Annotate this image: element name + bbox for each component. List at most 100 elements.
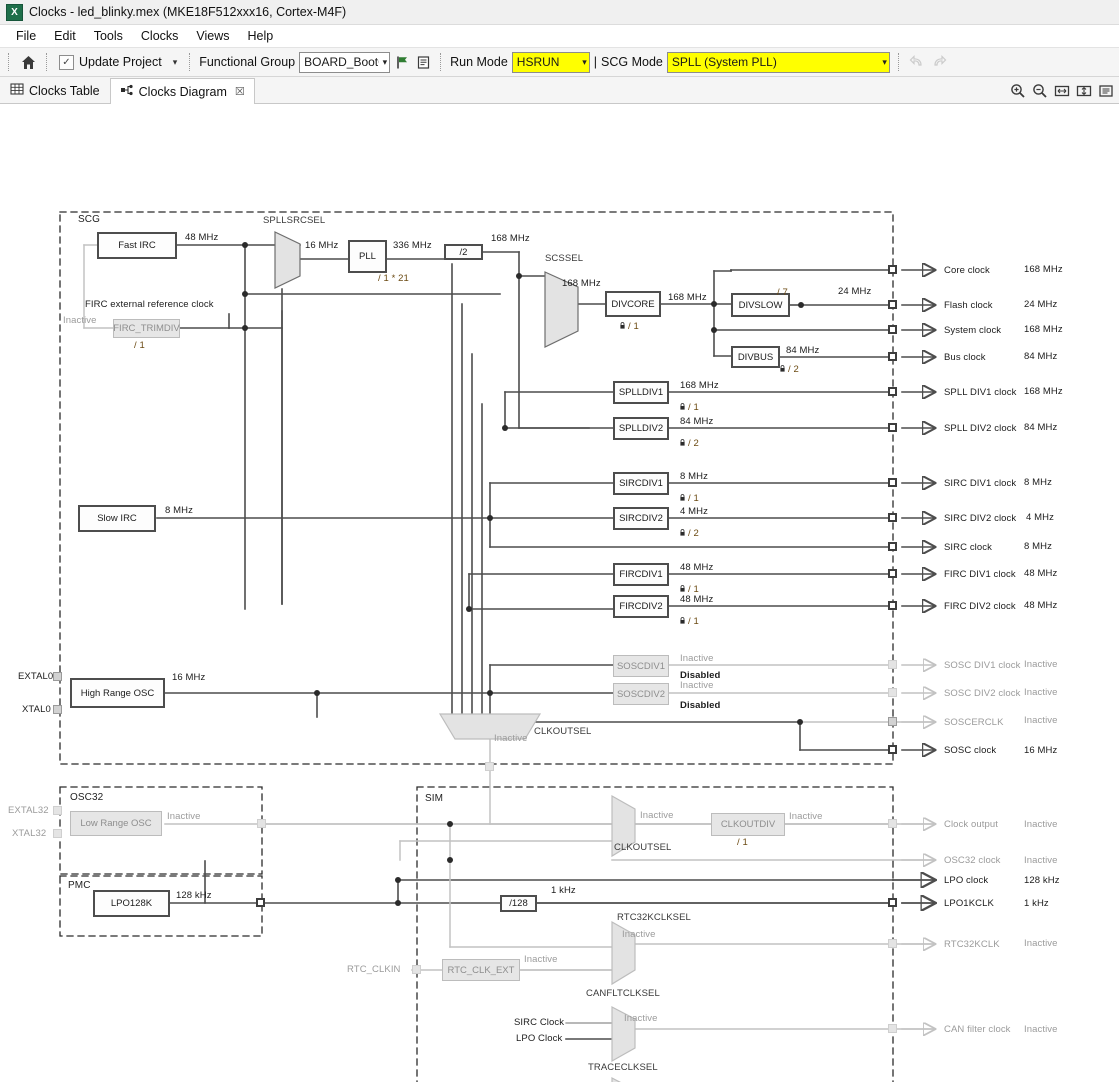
run-mode-select[interactable]: HSRUN ▾ bbox=[511, 51, 590, 73]
functional-group-select[interactable]: BOARD_BootCl ▾ bbox=[299, 51, 391, 73]
mux-label-clkoutsel-scg: CLKOUTSEL bbox=[534, 726, 592, 737]
block-sircdiv1[interactable]: SIRCDIV1 bbox=[613, 472, 669, 495]
port-sosc-div2-clock[interactable] bbox=[888, 688, 897, 697]
divider-firc-trimdiv[interactable]: / 1 bbox=[134, 340, 145, 351]
tab-clocks-diagram[interactable]: Clocks Diagram ☒ bbox=[109, 78, 255, 104]
menu-item-tools[interactable]: Tools bbox=[86, 27, 131, 45]
port-clkoutsel-scg[interactable] bbox=[485, 762, 494, 771]
port-lpo1kclk[interactable] bbox=[888, 898, 897, 907]
block-splldiv1[interactable]: SPLLDIV1 bbox=[613, 381, 669, 404]
port-spll-div1-clock[interactable] bbox=[888, 387, 897, 396]
block-rtc-clk-ext[interactable]: RTC_CLK_EXT bbox=[442, 959, 520, 981]
zoom-out-icon[interactable] bbox=[1030, 81, 1049, 100]
block-divbus[interactable]: DIVBUS bbox=[731, 346, 780, 368]
output-value-rtc32kclk: Inactive bbox=[1024, 938, 1058, 949]
block-clkoutdiv[interactable]: CLKOUTDIV bbox=[711, 813, 785, 836]
divider-divslow[interactable]: / 7 bbox=[777, 287, 788, 298]
port-core-clock[interactable] bbox=[888, 265, 897, 274]
pin-xtal0[interactable] bbox=[53, 705, 62, 714]
mux-input-lpo-clock: LPO Clock bbox=[516, 1033, 563, 1044]
pin-label-xtal32: XTAL32 bbox=[12, 828, 47, 839]
divider-pll[interactable]: / 1 * 21 bbox=[378, 273, 409, 284]
home-icon[interactable] bbox=[18, 52, 38, 72]
pin-extal0[interactable] bbox=[53, 672, 62, 681]
block-splldiv2[interactable]: SPLLDIV2 bbox=[613, 417, 669, 440]
clocks-diagram-canvas[interactable]: SCG OSC32 PMC SIM EXTAL0 XTAL0 EXTAL32 X… bbox=[0, 104, 1119, 1082]
divider-fircdiv2[interactable]: / 1 bbox=[688, 616, 699, 627]
block-low-range-osc[interactable]: Low Range OSC bbox=[70, 811, 162, 836]
port-sirc-div1-clock[interactable] bbox=[888, 478, 897, 487]
legend-icon[interactable] bbox=[1096, 81, 1115, 100]
output-label-firc-div2-clock: FIRC DIV2 clock bbox=[944, 601, 1016, 612]
menu-item-edit[interactable]: Edit bbox=[46, 27, 84, 45]
pin-extal32[interactable] bbox=[53, 806, 62, 815]
menu-item-help[interactable]: Help bbox=[240, 27, 282, 45]
block-div2[interactable]: /2 bbox=[444, 244, 483, 260]
port-firc-div2-clock[interactable] bbox=[888, 601, 897, 610]
block-slow-irc[interactable]: Slow IRC bbox=[78, 505, 156, 532]
divider-sircdiv2[interactable]: / 2 bbox=[688, 528, 699, 539]
block-fircdiv1[interactable]: FIRCDIV1 bbox=[613, 563, 669, 586]
pin-rtc-clkin[interactable] bbox=[412, 965, 421, 974]
block-fast-irc[interactable]: Fast IRC bbox=[97, 232, 177, 259]
port-spll-div2-clock[interactable] bbox=[888, 423, 897, 432]
output-label-flash-clock: Flash clock bbox=[944, 300, 993, 311]
fit-page-icon[interactable] bbox=[1074, 81, 1093, 100]
block-fircdiv2[interactable]: FIRCDIV2 bbox=[613, 595, 669, 618]
update-project-button[interactable]: ✓ Update Project bbox=[56, 54, 165, 71]
port-sirc-div2-clock[interactable] bbox=[888, 513, 897, 522]
toolbar-divider-2 bbox=[46, 53, 48, 71]
block-soscdiv2[interactable]: SOSCDIV2 bbox=[613, 683, 669, 705]
port-system-clock[interactable] bbox=[888, 325, 897, 334]
port-sosc-div1-clock[interactable] bbox=[888, 660, 897, 669]
block-sircdiv2[interactable]: SIRCDIV2 bbox=[613, 507, 669, 530]
toolbar: ✓ Update Project ▾ Functional Group BOAR… bbox=[0, 47, 1119, 77]
block-pll[interactable]: PLL bbox=[348, 240, 387, 273]
close-icon[interactable]: ☒ bbox=[235, 85, 245, 98]
update-project-dropdown-caret[interactable]: ▾ bbox=[169, 57, 182, 68]
port-pmc-out[interactable] bbox=[256, 898, 265, 907]
port-osc32-out[interactable] bbox=[257, 819, 266, 828]
divider-sircdiv1[interactable]: / 1 bbox=[688, 493, 699, 504]
output-label-sosc-div2-clock: SOSC DIV2 clock bbox=[944, 688, 1021, 699]
redo-icon[interactable] bbox=[930, 53, 948, 71]
report-icon[interactable] bbox=[415, 54, 432, 71]
menu-item-views[interactable]: Views bbox=[188, 27, 237, 45]
block-high-range-osc[interactable]: High Range OSC bbox=[70, 678, 165, 708]
port-can-filter-clock[interactable] bbox=[888, 1024, 897, 1033]
lock-icon-fircdiv1 bbox=[680, 585, 685, 592]
value-low-range-osc: Inactive bbox=[167, 811, 201, 822]
divider-clkoutdiv[interactable]: / 1 bbox=[737, 837, 748, 848]
menu-item-clocks[interactable]: Clocks bbox=[133, 27, 187, 45]
menu-item-file[interactable]: File bbox=[8, 27, 44, 45]
scg-mode-select[interactable]: SPLL (System PLL) ▾ bbox=[666, 51, 890, 73]
port-clock-output[interactable] bbox=[888, 819, 897, 828]
update-project-checkbox[interactable]: ✓ bbox=[59, 54, 74, 70]
value-clkoutsel-scg-out: Inactive bbox=[494, 733, 528, 744]
block-firc-trimdiv[interactable]: FIRC_TRIMDIV bbox=[113, 319, 180, 338]
block-lpo128k[interactable]: LPO128K bbox=[93, 890, 170, 917]
port-firc-div1-clock[interactable] bbox=[888, 569, 897, 578]
port-flash-clock[interactable] bbox=[888, 300, 897, 309]
undo-icon[interactable] bbox=[908, 53, 926, 71]
block-soscdiv1[interactable]: SOSCDIV1 bbox=[613, 655, 669, 677]
pin-xtal32[interactable] bbox=[53, 829, 62, 838]
port-soscerclk[interactable] bbox=[888, 717, 897, 726]
port-bus-clock[interactable] bbox=[888, 352, 897, 361]
divider-splldiv1[interactable]: / 1 bbox=[688, 402, 699, 413]
tab-clocks-table[interactable]: Clocks Table bbox=[0, 77, 110, 103]
lock-icon-sircdiv1 bbox=[680, 494, 685, 501]
divider-splldiv2[interactable]: / 2 bbox=[688, 438, 699, 449]
port-sirc-clock[interactable] bbox=[888, 542, 897, 551]
flag-icon[interactable] bbox=[394, 54, 411, 71]
block-div128[interactable]: /128 bbox=[500, 895, 537, 912]
fit-width-icon[interactable] bbox=[1052, 81, 1071, 100]
value-clkoutdiv-out: Inactive bbox=[789, 811, 823, 822]
port-rtc32kclk[interactable] bbox=[888, 939, 897, 948]
divider-divbus[interactable]: / 2 bbox=[788, 364, 799, 375]
block-divcore[interactable]: DIVCORE bbox=[605, 291, 661, 317]
output-value-sosc-div1-clock: Inactive bbox=[1024, 659, 1058, 670]
port-sosc-clock[interactable] bbox=[888, 745, 897, 754]
zoom-in-icon[interactable] bbox=[1008, 81, 1027, 100]
divider-divcore[interactable]: / 1 bbox=[628, 321, 639, 332]
